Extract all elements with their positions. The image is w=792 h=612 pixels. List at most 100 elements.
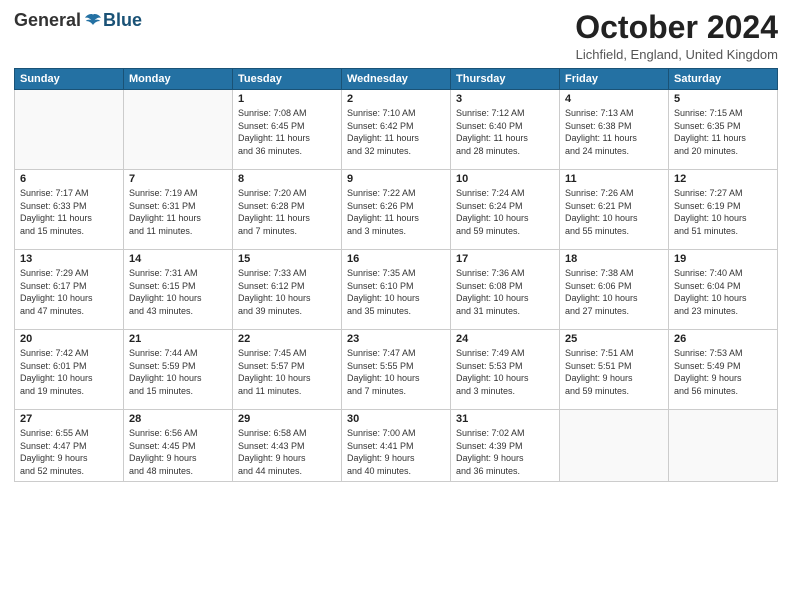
day-number: 26	[674, 333, 772, 345]
header-thursday: Thursday	[451, 69, 560, 90]
table-row: 5 Sunrise: 7:15 AM Sunset: 6:35 PM Daylig…	[669, 90, 778, 170]
day-number: 12	[674, 173, 772, 185]
day-info: Sunrise: 7:51 AM Sunset: 5:51 PM Dayligh…	[565, 347, 663, 397]
day-info: Sunrise: 7:47 AM Sunset: 5:55 PM Dayligh…	[347, 347, 445, 397]
day-info: Sunrise: 7:26 AM Sunset: 6:21 PM Dayligh…	[565, 187, 663, 237]
day-number: 9	[347, 173, 445, 185]
table-row: 3 Sunrise: 7:12 AM Sunset: 6:40 PM Daylig…	[451, 90, 560, 170]
day-info: Sunrise: 7:31 AM Sunset: 6:15 PM Dayligh…	[129, 267, 227, 317]
table-row: 20Sunrise: 7:42 AM Sunset: 6:01 PM Dayli…	[15, 330, 124, 410]
header-row: Sunday Monday Tuesday Wednesday Thursday…	[15, 69, 778, 90]
day-number: 8	[238, 173, 336, 185]
day-info: Sunrise: 6:55 AM Sunset: 4:47 PM Dayligh…	[20, 427, 118, 477]
day-number: 15	[238, 253, 336, 265]
day-info: Sunrise: 7:36 AM Sunset: 6:08 PM Dayligh…	[456, 267, 554, 317]
table-row: 14 Sunrise: 7:31 AM Sunset: 6:15 PM Dayli…	[124, 250, 233, 330]
day-number: 27	[20, 413, 118, 425]
table-row: 6 Sunrise: 7:17 AM Sunset: 6:33 PM Daylig…	[15, 170, 124, 250]
table-row: 21 Sunrise: 7:44 AM Sunset: 5:59 PM Dayli…	[124, 330, 233, 410]
day-info: Sunrise: 7:44 AM Sunset: 5:59 PM Dayligh…	[129, 347, 227, 397]
table-row: 8Sunrise: 7:20 AM Sunset: 6:28 PM Daylig…	[233, 170, 342, 250]
day-number: 3	[456, 93, 554, 105]
day-info: Sunrise: 7:08 AM Sunset: 6:45 PM Dayligh…	[238, 107, 336, 157]
day-number: 19	[674, 253, 772, 265]
day-info: Sunrise: 6:56 AM Sunset: 4:45 PM Dayligh…	[129, 427, 227, 477]
day-number: 2	[347, 93, 445, 105]
calendar-week-4: 27 Sunrise: 6:55 AM Sunset: 4:47 PM Dayli…	[15, 410, 778, 482]
table-row: 19 Sunrise: 7:40 AM Sunset: 6:04 PM Dayli…	[669, 250, 778, 330]
day-info: Sunrise: 7:42 AM Sunset: 6:01 PM Dayligh…	[20, 347, 118, 397]
table-row: 25 Sunrise: 7:51 AM Sunset: 5:51 PM Dayli…	[560, 330, 669, 410]
logo-bird-icon	[83, 13, 103, 29]
day-number: 22	[238, 333, 336, 345]
location: Lichfield, England, United Kingdom	[575, 47, 778, 62]
calendar: Sunday Monday Tuesday Wednesday Thursday…	[14, 68, 778, 482]
day-info: Sunrise: 6:58 AM Sunset: 4:43 PM Dayligh…	[238, 427, 336, 477]
table-row: 10Sunrise: 7:24 AM Sunset: 6:24 PM Dayli…	[451, 170, 560, 250]
table-row: 17 Sunrise: 7:36 AM Sunset: 6:08 PM Dayli…	[451, 250, 560, 330]
day-number: 28	[129, 413, 227, 425]
table-row: 2Sunrise: 7:10 AM Sunset: 6:42 PM Daylig…	[342, 90, 451, 170]
header-saturday: Saturday	[669, 69, 778, 90]
calendar-week-2: 13Sunrise: 7:29 AM Sunset: 6:17 PM Dayli…	[15, 250, 778, 330]
table-row: 22 Sunrise: 7:45 AM Sunset: 5:57 PM Dayli…	[233, 330, 342, 410]
day-info: Sunrise: 7:24 AM Sunset: 6:24 PM Dayligh…	[456, 187, 554, 237]
table-row	[560, 410, 669, 482]
header-tuesday: Tuesday	[233, 69, 342, 90]
day-number: 1	[238, 93, 336, 105]
day-number: 25	[565, 333, 663, 345]
table-row: 28 Sunrise: 6:56 AM Sunset: 4:45 PM Dayli…	[124, 410, 233, 482]
day-number: 5	[674, 93, 772, 105]
header: General Blue October 2024 Lichfield, Eng…	[14, 10, 778, 62]
day-number: 29	[238, 413, 336, 425]
table-row: 13Sunrise: 7:29 AM Sunset: 6:17 PM Dayli…	[15, 250, 124, 330]
table-row	[124, 90, 233, 170]
logo-general: General	[14, 10, 81, 31]
day-number: 6	[20, 173, 118, 185]
header-monday: Monday	[124, 69, 233, 90]
table-row: 4Sunrise: 7:13 AM Sunset: 6:38 PM Daylig…	[560, 90, 669, 170]
day-info: Sunrise: 7:13 AM Sunset: 6:38 PM Dayligh…	[565, 107, 663, 157]
table-row	[15, 90, 124, 170]
table-row: 12Sunrise: 7:27 AM Sunset: 6:19 PM Dayli…	[669, 170, 778, 250]
table-row	[669, 410, 778, 482]
day-number: 30	[347, 413, 445, 425]
calendar-week-1: 6 Sunrise: 7:17 AM Sunset: 6:33 PM Daylig…	[15, 170, 778, 250]
day-info: Sunrise: 7:38 AM Sunset: 6:06 PM Dayligh…	[565, 267, 663, 317]
table-row: 23 Sunrise: 7:47 AM Sunset: 5:55 PM Dayli…	[342, 330, 451, 410]
day-info: Sunrise: 7:40 AM Sunset: 6:04 PM Dayligh…	[674, 267, 772, 317]
table-row: 1 Sunrise: 7:08 AM Sunset: 6:45 PM Daylig…	[233, 90, 342, 170]
header-friday: Friday	[560, 69, 669, 90]
header-sunday: Sunday	[15, 69, 124, 90]
day-number: 11	[565, 173, 663, 185]
table-row: 27 Sunrise: 6:55 AM Sunset: 4:47 PM Dayli…	[15, 410, 124, 482]
day-number: 31	[456, 413, 554, 425]
day-info: Sunrise: 7:53 AM Sunset: 5:49 PM Dayligh…	[674, 347, 772, 397]
day-number: 17	[456, 253, 554, 265]
logo: General Blue	[14, 10, 142, 31]
table-row: 26 Sunrise: 7:53 AM Sunset: 5:49 PM Dayli…	[669, 330, 778, 410]
day-number: 13	[20, 253, 118, 265]
day-number: 21	[129, 333, 227, 345]
table-row: 9Sunrise: 7:22 AM Sunset: 6:26 PM Daylig…	[342, 170, 451, 250]
table-row: 24 Sunrise: 7:49 AM Sunset: 5:53 PM Dayli…	[451, 330, 560, 410]
calendar-week-3: 20Sunrise: 7:42 AM Sunset: 6:01 PM Dayli…	[15, 330, 778, 410]
day-info: Sunrise: 7:17 AM Sunset: 6:33 PM Dayligh…	[20, 187, 118, 237]
day-info: Sunrise: 7:49 AM Sunset: 5:53 PM Dayligh…	[456, 347, 554, 397]
logo-blue: Blue	[103, 10, 142, 31]
table-row: 11 Sunrise: 7:26 AM Sunset: 6:21 PM Dayli…	[560, 170, 669, 250]
day-info: Sunrise: 7:12 AM Sunset: 6:40 PM Dayligh…	[456, 107, 554, 157]
title-block: October 2024 Lichfield, England, United …	[575, 10, 778, 62]
day-number: 23	[347, 333, 445, 345]
day-info: Sunrise: 7:15 AM Sunset: 6:35 PM Dayligh…	[674, 107, 772, 157]
day-number: 18	[565, 253, 663, 265]
table-row: 18 Sunrise: 7:38 AM Sunset: 6:06 PM Dayli…	[560, 250, 669, 330]
day-number: 14	[129, 253, 227, 265]
day-info: Sunrise: 7:00 AM Sunset: 4:41 PM Dayligh…	[347, 427, 445, 477]
day-info: Sunrise: 7:45 AM Sunset: 5:57 PM Dayligh…	[238, 347, 336, 397]
table-row: 29 Sunrise: 6:58 AM Sunset: 4:43 PM Dayli…	[233, 410, 342, 482]
day-number: 24	[456, 333, 554, 345]
day-info: Sunrise: 7:02 AM Sunset: 4:39 PM Dayligh…	[456, 427, 554, 477]
table-row: 7Sunrise: 7:19 AM Sunset: 6:31 PM Daylig…	[124, 170, 233, 250]
day-info: Sunrise: 7:33 AM Sunset: 6:12 PM Dayligh…	[238, 267, 336, 317]
